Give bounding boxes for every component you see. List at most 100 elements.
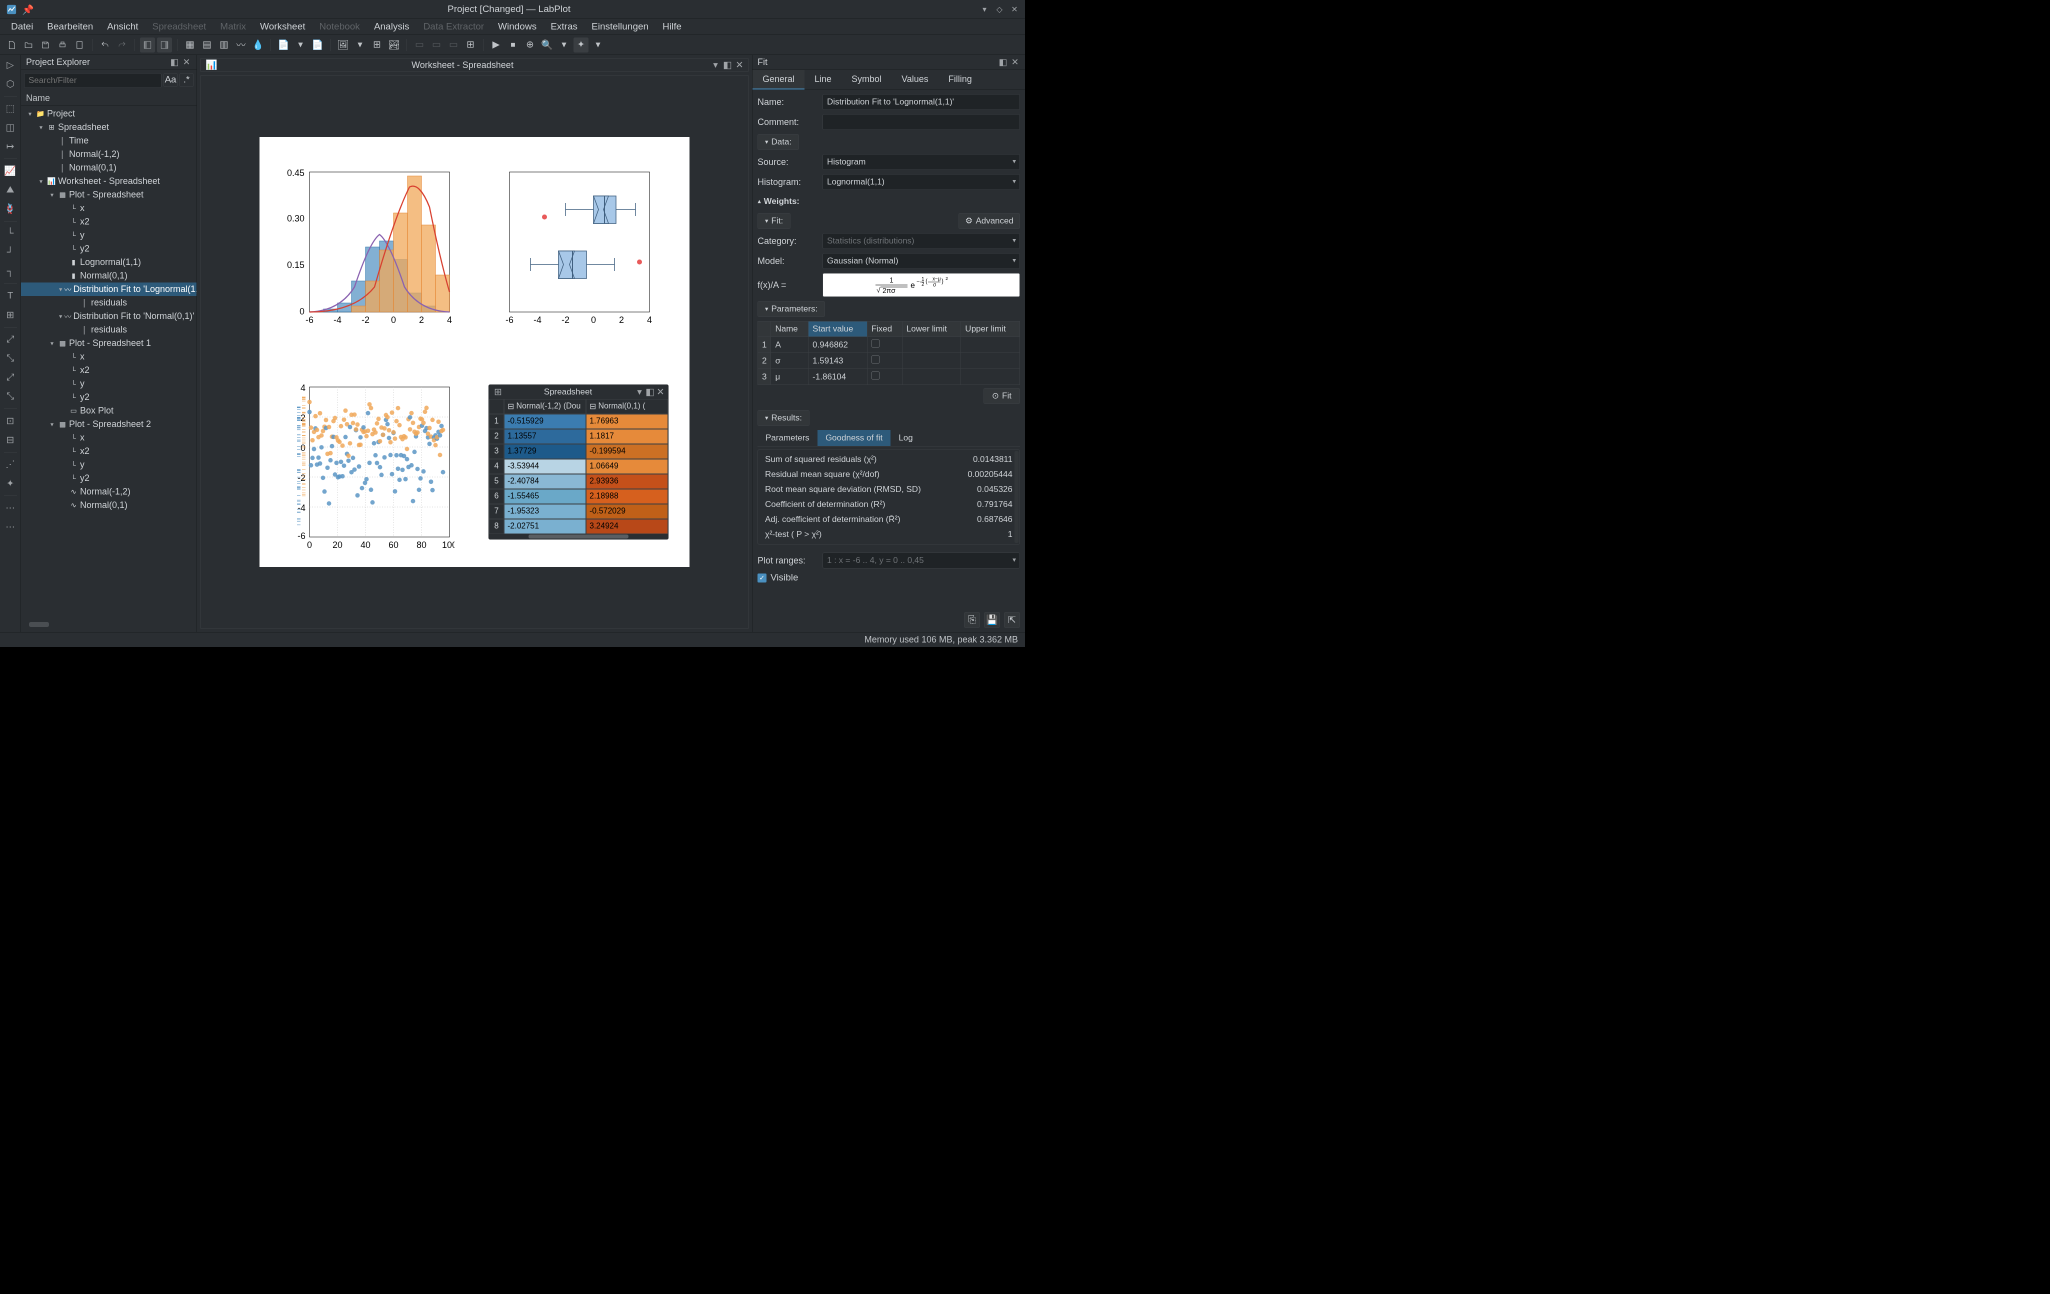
subtab-goodness-of-fit[interactable]: Goodness of fit (817, 430, 890, 446)
ss-row[interactable]: 7-1.95323-0.572029 (489, 504, 668, 519)
model-select[interactable]: Gaussian (Normal) (823, 253, 1021, 269)
detach-icon[interactable]: ◧ (170, 57, 180, 67)
fit-section-toggle[interactable]: ▾Fit: (758, 213, 791, 229)
cursor-icon[interactable]: ▷ (3, 58, 17, 72)
sparkle-icon[interactable]: ✦ (3, 477, 17, 491)
menu-hilfe[interactable]: Hilfe (656, 19, 689, 34)
axis2-icon[interactable]: ┘ (3, 246, 17, 260)
category-select[interactable]: Statistics (distributions) (823, 233, 1021, 249)
results-section-toggle[interactable]: ▾Results: (758, 410, 810, 426)
add-curve-icon[interactable]: 〰 (234, 37, 249, 52)
print-icon[interactable] (55, 37, 70, 52)
tab-general[interactable]: General (753, 70, 805, 90)
export-icon[interactable]: ⇱ (1004, 612, 1020, 628)
plot-ranges-select[interactable]: 1 : x = -6 .. 4, y = 0 .. 0,45 (823, 553, 1021, 569)
line-icon[interactable]: 📈 (3, 164, 17, 178)
ss-hscroll[interactable] (489, 534, 668, 539)
zoom2-icon[interactable]: ⤡ (3, 352, 17, 366)
ss-row[interactable]: 8-2.027513.24924 (489, 519, 668, 534)
grid-icon[interactable]: ⊞ (463, 37, 478, 52)
explorer-toggle-icon[interactable] (140, 37, 155, 52)
ss-restore-icon[interactable]: ◧ (646, 388, 655, 397)
visible-checkbox[interactable]: ✓ Visible (758, 573, 799, 584)
tree-item[interactable]: ▾〰Distribution Fit to 'Normal(0,1)' (21, 310, 197, 324)
param-header[interactable]: Upper limit (961, 321, 1020, 337)
move-icon[interactable]: ↦ (3, 140, 17, 154)
tree-item[interactable]: ▮Lognormal(1,1) (21, 256, 197, 270)
axis3-icon[interactable]: ┐ (3, 265, 17, 279)
case-sensitive-icon[interactable]: Aa (164, 73, 178, 87)
name-input[interactable] (823, 94, 1021, 110)
tree-item[interactable]: └x2 (21, 364, 197, 378)
ss-row[interactable]: 5-2.407842.93936 (489, 474, 668, 489)
tree-item[interactable]: ∿Normal(-1,2) (21, 485, 197, 499)
close-panel-icon[interactable]: ✕ (182, 57, 192, 67)
tree-item[interactable]: ▾〰Distribution Fit to 'Lognormal(1,1)' (21, 283, 197, 297)
zoom3-icon[interactable]: ⤢ (3, 371, 17, 385)
param-row[interactable]: 1A0.946862 (758, 337, 1020, 353)
source-select[interactable]: Histogram (823, 154, 1021, 170)
menu-bearbeiten[interactable]: Bearbeiten (40, 19, 100, 34)
text-icon[interactable]: T (3, 289, 17, 303)
magnify-down-icon[interactable]: ▾ (557, 37, 572, 52)
close-props-icon[interactable]: ✕ (1010, 57, 1020, 67)
regex-icon[interactable]: .* (180, 73, 194, 87)
select-icon[interactable]: ⬚ (3, 102, 17, 116)
tree-item[interactable]: │Normal(0,1) (21, 161, 197, 175)
save-icon[interactable] (38, 37, 53, 52)
param-header[interactable]: Name (771, 321, 808, 337)
add-page-down-icon[interactable]: ▾ (293, 37, 308, 52)
fit-button[interactable]: ⊙Fit (983, 388, 1020, 404)
tree-item[interactable]: └x (21, 350, 197, 364)
search-input[interactable] (24, 73, 162, 88)
tree-item[interactable]: └y2 (21, 391, 197, 405)
add-matrix-icon[interactable]: ▥ (217, 37, 232, 52)
more2-icon[interactable]: ⋯ (3, 520, 17, 534)
tree-item[interactable]: └y (21, 458, 197, 472)
cursor-mode-icon[interactable]: ✦ (574, 37, 589, 52)
image-down-icon[interactable]: ▾ (353, 37, 368, 52)
grid-icon[interactable]: ⊞ (3, 308, 17, 322)
tree-item[interactable]: │residuals (21, 296, 197, 310)
tree-item[interactable]: │residuals (21, 323, 197, 337)
minimize-worksheet-icon[interactable]: ▾ (711, 60, 721, 70)
advanced-button[interactable]: ⚙Advanced (959, 213, 1020, 229)
more1-icon[interactable]: ⋯ (3, 501, 17, 515)
hex-icon[interactable]: ⬡ (3, 77, 17, 91)
ss-row[interactable]: 6-1.554652.18988 (489, 489, 668, 504)
open-icon[interactable] (21, 37, 36, 52)
pin-icon[interactable]: 📌 (22, 4, 33, 15)
ss-col-header-2[interactable]: ⊟Normal(0,1) ( (586, 399, 668, 414)
add-spreadsheet-icon[interactable]: ▤ (200, 37, 215, 52)
tab-values[interactable]: Values (892, 70, 939, 90)
boxplot-plot[interactable]: -6 -4 -2 0 2 4 (490, 167, 665, 327)
parameters-table[interactable]: NameStart valueFixedLower limitUpper lim… (758, 321, 1021, 385)
zoom1-icon[interactable]: ⤢ (3, 333, 17, 347)
tree-item[interactable]: ▭Box Plot (21, 404, 197, 418)
peak-icon[interactable]: ⛰ (3, 183, 17, 197)
tree-item[interactable]: │Normal(-1,2) (21, 148, 197, 162)
tree-item[interactable]: └x (21, 431, 197, 445)
cursor-down-icon[interactable]: ▾ (591, 37, 606, 52)
dots-icon[interactable]: ⋰ (3, 458, 17, 472)
close-button[interactable]: ✕ (1010, 5, 1019, 14)
fit-icon[interactable]: ⊡ (3, 414, 17, 428)
tree-item[interactable]: └x2 (21, 215, 197, 229)
menu-windows[interactable]: Windows (491, 19, 544, 34)
subtab-parameters[interactable]: Parameters (758, 430, 818, 446)
ss-close-icon[interactable]: ✕ (656, 388, 665, 397)
tree-item[interactable]: └x2 (21, 445, 197, 459)
tree-item[interactable]: ▾▦Plot - Spreadsheet (21, 188, 197, 202)
detach-props-icon[interactable]: ◧ (998, 57, 1008, 67)
tab-filling[interactable]: Filling (938, 70, 982, 90)
tree-item[interactable]: ▾⊞Spreadsheet (21, 121, 197, 135)
copy-icon[interactable]: ⎘ (964, 612, 980, 628)
weights-section-toggle[interactable]: ▸Weights: (758, 194, 807, 209)
tree[interactable]: ▾📁Project▾⊞Spreadsheet│Time│Normal(-1,2)… (21, 106, 197, 620)
param-header[interactable]: Fixed (867, 321, 902, 337)
histogram-plot[interactable]: 0 0.15 0.30 0.45 -6 -4 -2 0 2 4 (280, 167, 455, 327)
tab-line[interactable]: Line (805, 70, 842, 90)
menu-worksheet[interactable]: Worksheet (253, 19, 312, 34)
menu-analysis[interactable]: Analysis (367, 19, 416, 34)
new-icon[interactable] (4, 37, 19, 52)
